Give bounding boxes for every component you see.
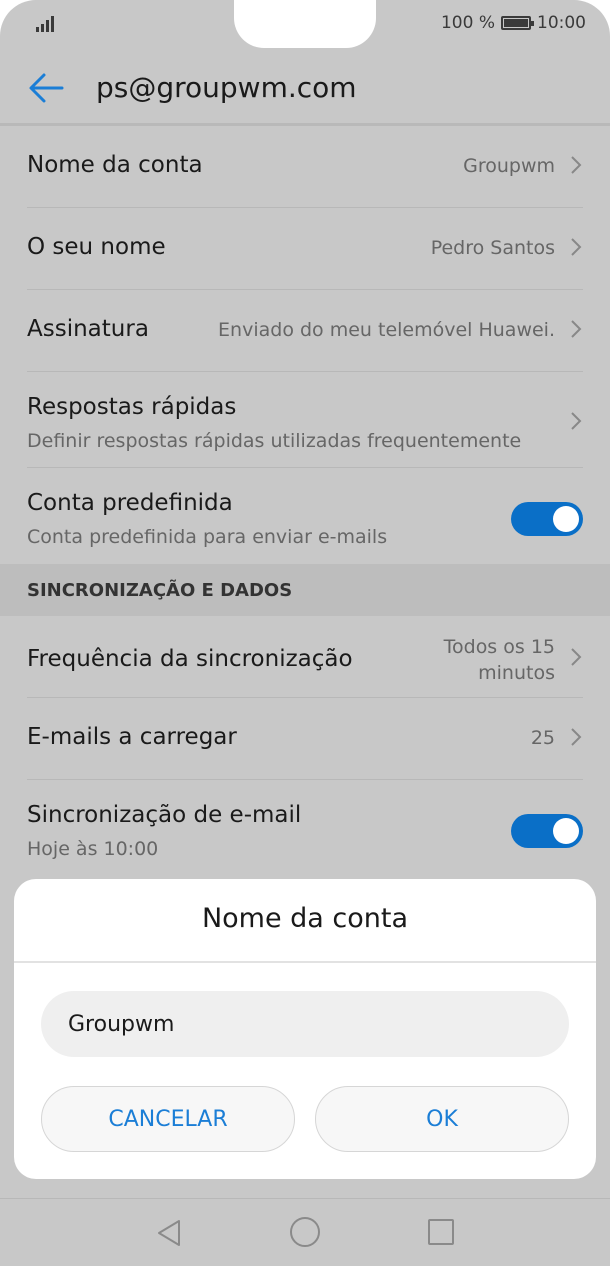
row-account-name[interactable]: Nome da conta Groupwm [27, 126, 583, 208]
row-default-account: Conta predefinida Conta predefinida para… [27, 468, 583, 564]
ok-button[interactable]: OK [315, 1086, 569, 1152]
row-label: Frequência da sincronização [27, 646, 353, 672]
row-email-sync: Sincronização de e-mail Hoje às 10:00 [27, 780, 583, 876]
account-name-input[interactable] [41, 991, 569, 1057]
battery-percent: 100 % [440, 13, 495, 33]
row-quick-replies[interactable]: Respostas rápidas Definir respostas rápi… [27, 372, 583, 468]
chevron-right-icon [571, 728, 582, 746]
clock: 10:00 [537, 13, 586, 33]
status-right: 100 % 10:00 [441, 13, 586, 33]
email-sync-toggle[interactable] [511, 814, 583, 848]
nav-back-icon[interactable] [155, 1218, 183, 1248]
page-title: ps@groupwm.com [96, 71, 357, 104]
row-label: O seu nome [27, 234, 166, 260]
row-value-line: minutos [478, 662, 555, 684]
nav-home-icon[interactable] [290, 1217, 320, 1247]
row-signature[interactable]: Assinatura Enviado do meu telemóvel Huaw… [27, 290, 583, 372]
row-label: Sincronização de e-mail [27, 802, 302, 828]
row-value-line: Todos os 15 [443, 636, 555, 658]
row-label: Conta predefinida [27, 490, 233, 516]
row-subtitle: Hoje às 10:00 [27, 838, 159, 860]
signal-icon [36, 14, 58, 32]
battery-icon [501, 16, 534, 30]
back-arrow-icon[interactable] [26, 70, 66, 106]
dialog-title: Nome da conta [201, 903, 409, 934]
chevron-right-icon [571, 648, 582, 666]
row-emails-to-load[interactable]: E-mails a carregar 25 [27, 698, 583, 780]
row-label: E-mails a carregar [27, 724, 237, 750]
chevron-right-icon [571, 320, 582, 338]
row-label: Assinatura [27, 316, 149, 342]
row-subtitle: Conta predefinida para enviar e-mails [27, 526, 388, 548]
account-name-dialog: Nome da conta CANCELAR OK [14, 879, 596, 1179]
row-sync-frequency[interactable]: Frequência da sincronização Todos os 15 … [27, 616, 583, 698]
row-subtitle: Definir respostas rápidas utilizadas fre… [27, 430, 522, 452]
navigation-bar [0, 1198, 610, 1266]
row-value: Enviado do meu telemóvel Huawei. [218, 319, 555, 341]
status-bar: 100 % 10:00 [0, 0, 610, 50]
default-account-toggle[interactable] [511, 502, 583, 536]
row-value: Groupwm [463, 155, 555, 177]
nav-recent-apps-icon[interactable] [428, 1219, 454, 1245]
chevron-right-icon [571, 156, 582, 174]
chevron-right-icon [571, 412, 582, 430]
row-label: Respostas rápidas [27, 394, 237, 420]
chevron-right-icon [571, 238, 582, 256]
row-label: Nome da conta [27, 152, 203, 178]
dialog-divider [14, 961, 596, 963]
row-value: Todos os 15 minutos [444, 634, 555, 686]
app-bar: ps@groupwm.com [0, 52, 610, 124]
phone-screen: 100 % 10:00 ps@groupwm.com Nome da conta… [0, 0, 610, 1266]
cancel-button[interactable]: CANCELAR [41, 1086, 295, 1152]
row-value: 25 [530, 727, 555, 749]
row-value: Pedro Santos [430, 237, 555, 259]
section-header-sync: SINCRONIZAÇÃO E DADOS [0, 564, 610, 616]
settings-list: Nome da conta Groupwm O seu nome Pedro S… [0, 126, 610, 876]
row-your-name[interactable]: O seu nome Pedro Santos [27, 208, 583, 290]
